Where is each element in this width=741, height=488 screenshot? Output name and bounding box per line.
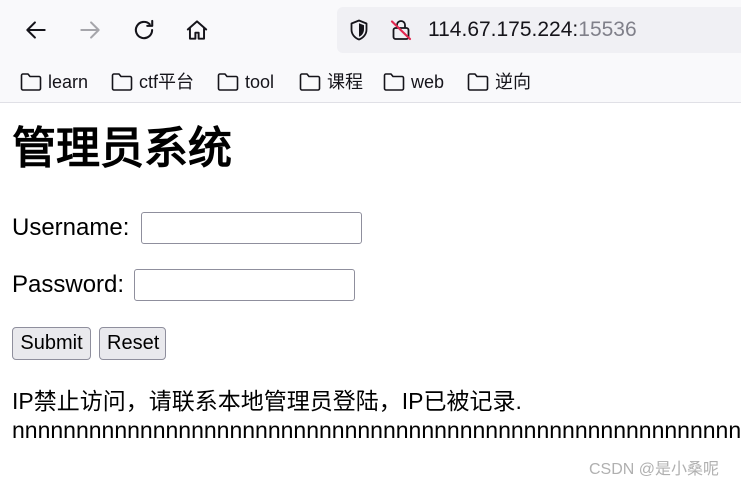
arrow-right-icon [80, 21, 100, 39]
arrow-left-icon [26, 21, 46, 39]
forward-button[interactable] [74, 14, 106, 46]
bookmark-label: 逆向 [495, 72, 531, 92]
message-overflow-text: nnnnnnnnnnnnnnnnnnnnnnnnnnnnnnnnnnnnnnnn… [12, 417, 741, 443]
reload-icon [134, 19, 154, 40]
bookmarks-toolbar: learn ctf平台 tool 课程 web 逆向 [0, 62, 741, 103]
folder-icon [467, 73, 489, 91]
bookmark-label: web [411, 72, 445, 92]
url-host: 114.67.175.224: [428, 18, 579, 41]
reset-button[interactable]: Reset [99, 327, 166, 360]
folder-icon [299, 73, 321, 91]
bookmark-folder-tool[interactable]: tool [217, 69, 274, 95]
watermark: CSDN @是小桑呢 [589, 461, 720, 478]
username-label: Username: [12, 214, 130, 241]
reload-button[interactable] [128, 14, 160, 46]
back-button[interactable] [20, 14, 52, 46]
submit-button[interactable]: Submit [12, 327, 91, 360]
page-content: 管理员系统 Username: Password: Submit Reset I… [0, 103, 741, 488]
bookmark-label: tool [245, 72, 275, 92]
page-title: 管理员系统 [12, 124, 232, 173]
browser-toolbar: 114.67.175.224:15536 [0, 0, 741, 62]
bookmark-label: 课程 [327, 72, 363, 92]
password-input[interactable] [134, 269, 355, 301]
ip-blocked-message: IP禁止访问，请联系本地管理员登陆，IP已被记录. [12, 388, 522, 414]
insecure-lock-icon[interactable] [389, 18, 413, 42]
address-bar[interactable]: 114.67.175.224:15536 [337, 7, 741, 53]
bookmark-label: learn [48, 72, 89, 92]
password-label: Password: [12, 271, 125, 298]
bookmark-folder-reverse[interactable]: 逆向 [467, 69, 531, 95]
home-icon [186, 20, 208, 40]
folder-icon [217, 73, 239, 91]
bookmark-folder-ctf[interactable]: ctf平台 [111, 69, 194, 95]
home-button[interactable] [181, 14, 213, 46]
url-text[interactable]: 114.67.175.224:15536 [428, 18, 637, 42]
username-input[interactable] [141, 212, 362, 244]
folder-icon [383, 73, 405, 91]
bookmark-folder-web[interactable]: web [383, 69, 444, 95]
bookmark-folder-learn[interactable]: learn [20, 69, 88, 95]
bookmark-folder-courses[interactable]: 课程 [299, 69, 363, 95]
folder-icon [111, 73, 133, 91]
bookmark-label: ctf平台 [139, 72, 195, 92]
tracking-protection-shield-icon[interactable] [347, 18, 371, 42]
url-port: 15536 [578, 18, 637, 41]
folder-icon [20, 73, 42, 91]
